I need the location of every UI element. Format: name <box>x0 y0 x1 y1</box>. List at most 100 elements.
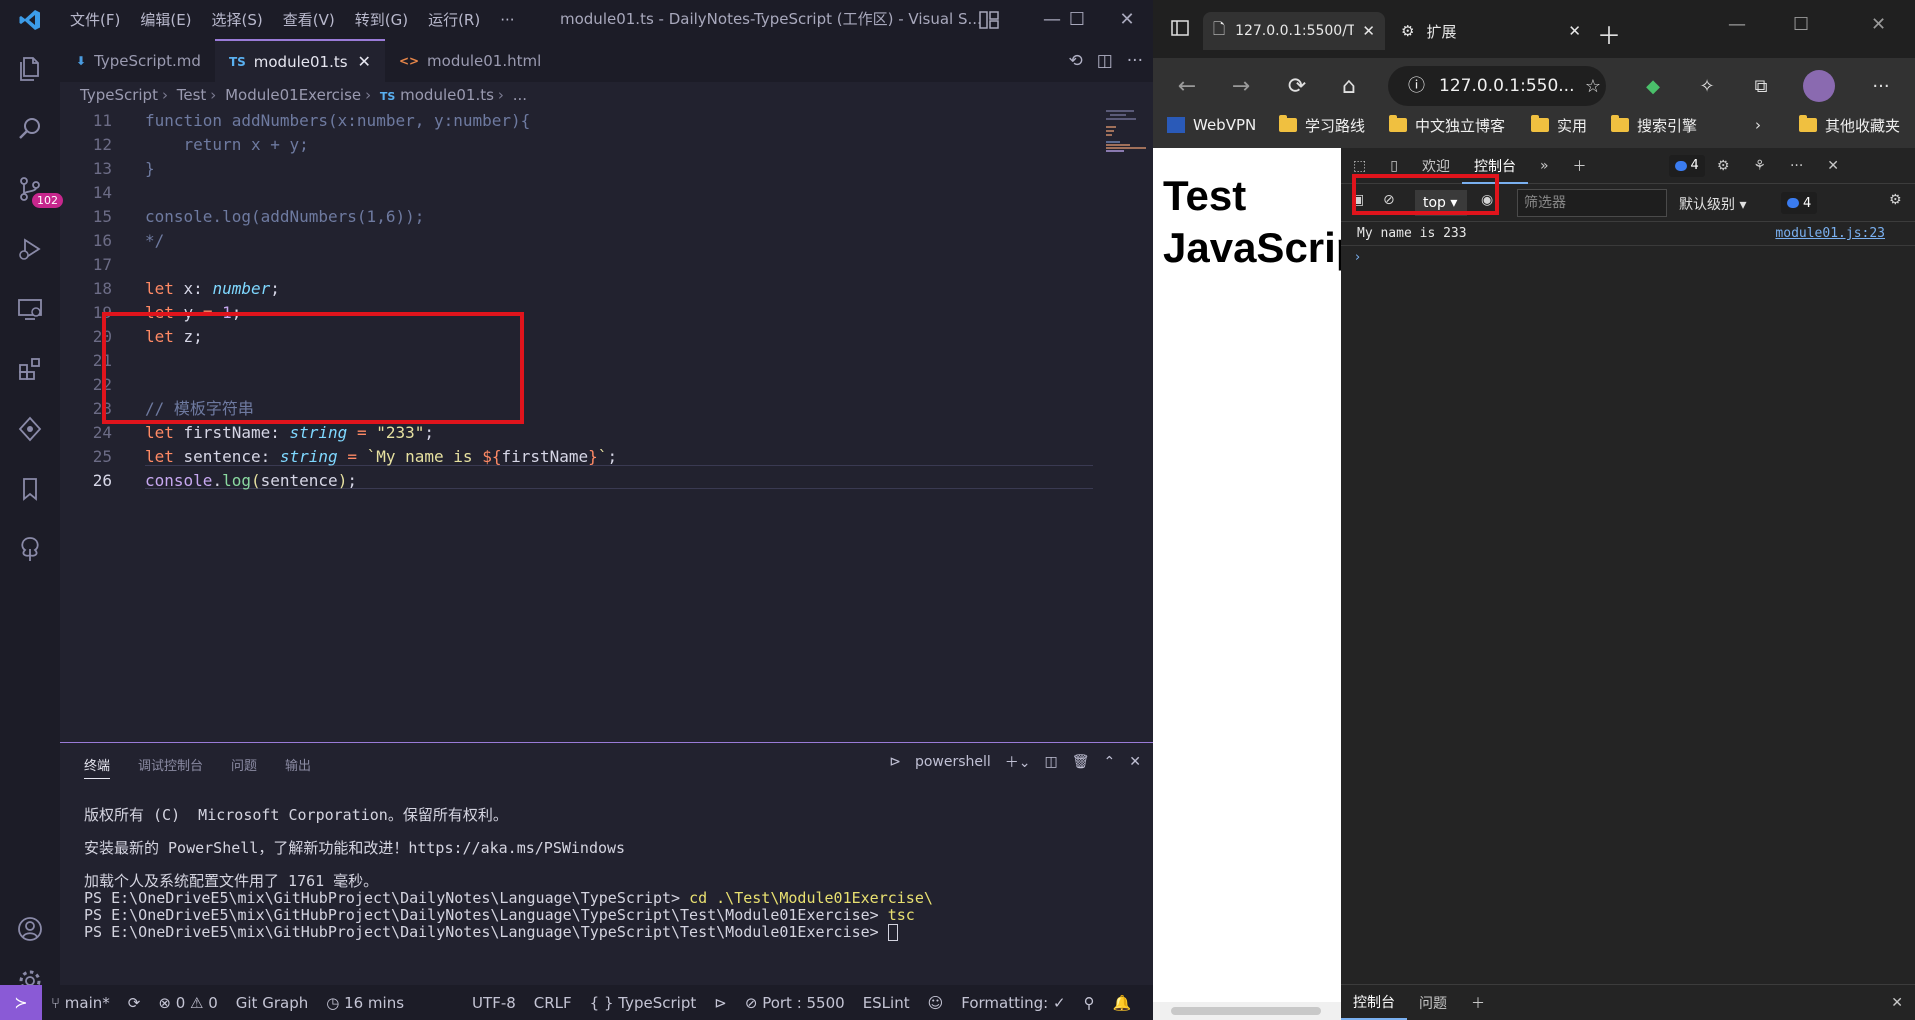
devtools-settings-icon[interactable]: ⚙ <box>1705 158 1742 174</box>
tab-module01-ts[interactable]: TS module01.ts ✕ <box>214 39 385 82</box>
eslint-status[interactable]: ESLint <box>854 994 919 1012</box>
tab-close-icon[interactable]: ✕ <box>358 52 371 71</box>
git-graph-status[interactable]: Git Graph <box>227 994 317 1012</box>
extension-icon[interactable]: ◆ <box>1633 66 1673 106</box>
back-icon[interactable]: ← <box>1167 66 1207 106</box>
customize-icon[interactable]: ⚘ <box>1741 158 1778 174</box>
bookmark-folder[interactable]: 学习路线 <box>1279 107 1365 143</box>
close-icon[interactable]: ✕ <box>1871 14 1886 35</box>
feedback-icon[interactable]: ⊳ <box>705 994 736 1012</box>
trash-icon[interactable]: 🗑 <box>1072 754 1090 770</box>
breadcrumb-item[interactable]: module01.ts <box>400 86 494 104</box>
live-server-status[interactable]: ⊘ Port : 5500 <box>736 994 854 1012</box>
menu-selection[interactable]: 选择(S) <box>202 9 273 30</box>
bookmark-webvpn[interactable]: WebVPN <box>1167 107 1256 143</box>
git-branch-status[interactable]: ⑂ main* <box>42 994 119 1012</box>
more-options-icon[interactable]: ··· <box>1778 158 1815 174</box>
tab-problems[interactable]: 问题 <box>231 755 257 779</box>
explorer-icon[interactable] <box>0 39 60 99</box>
more-tabs-icon[interactable]: » <box>1528 158 1561 174</box>
tab-output[interactable]: 输出 <box>285 755 311 779</box>
device-emulation-icon[interactable]: ▯ <box>1378 158 1410 174</box>
search-icon[interactable] <box>0 99 60 159</box>
drawer-tab-issues[interactable]: 问题 <box>1407 993 1459 1013</box>
menu-file[interactable]: 文件(F) <box>60 9 130 30</box>
tab-terminal[interactable]: 终端 <box>84 755 111 779</box>
remote-explorer-icon[interactable] <box>0 279 60 339</box>
new-terminal-icon[interactable]: ＋⌄ <box>1005 752 1031 772</box>
extensions-icon[interactable] <box>0 339 60 399</box>
issues-badge[interactable]: 4 <box>1668 154 1705 177</box>
close-panel-icon[interactable]: ✕ <box>1129 754 1141 770</box>
language-status[interactable]: { } TypeScript <box>581 994 706 1012</box>
tab-welcome[interactable]: 欢迎 <box>1410 156 1462 176</box>
maximize-icon[interactable]: ☐ <box>1050 0 1104 39</box>
breadcrumb-item[interactable]: Module01Exercise <box>225 86 361 104</box>
menu-run[interactable]: 运行(R) <box>418 9 490 30</box>
breadcrumb-item[interactable]: TypeScript <box>80 86 158 104</box>
close-devtools-icon[interactable]: ✕ <box>1815 158 1851 174</box>
tab-typescript-md[interactable]: ⬇ TypeScript.md <box>60 39 215 82</box>
avatar[interactable] <box>1803 70 1835 102</box>
accounts-icon[interactable] <box>0 899 60 959</box>
bookmark-folder[interactable]: 实用 <box>1531 107 1587 143</box>
add-tab-icon[interactable]: ＋ <box>1561 156 1599 176</box>
add-drawer-tab-icon[interactable]: ＋ <box>1459 993 1497 1013</box>
collections-icon[interactable]: ⧉ <box>1741 66 1781 106</box>
layout-icon[interactable] <box>962 0 1016 39</box>
bookmarks-overflow-icon[interactable]: › <box>1755 107 1761 143</box>
timeline-icon[interactable]: ⟲ <box>1068 51 1082 71</box>
breadcrumb-item[interactable]: Test <box>177 86 207 104</box>
encoding-status[interactable]: UTF-8 <box>463 994 525 1012</box>
bookmark-folder[interactable]: 搜索引擎 <box>1611 107 1697 143</box>
remote-indicator-icon[interactable]: ≻ <box>0 985 42 1020</box>
time-tracker-status[interactable]: ◷ 16 mins <box>317 994 413 1012</box>
notifications-bell-icon[interactable]: 🔔 <box>1104 994 1141 1012</box>
tab-close-icon[interactable]: ✕ <box>1568 22 1581 40</box>
eol-status[interactable]: CRLF <box>525 994 581 1012</box>
problems-status[interactable]: ⊗ 0 ⚠ 0 <box>149 994 226 1012</box>
menu-edit[interactable]: 编辑(E) <box>130 9 201 30</box>
terminal-output[interactable]: 版权所有 (C) Microsoft Corporation。保留所有权利。 安… <box>84 805 933 941</box>
code-editor[interactable]: 11 function addNumbers(x:number, y:number… <box>60 108 1210 742</box>
source-control-icon[interactable]: 102 <box>0 159 63 219</box>
sync-icon[interactable]: ⟳ <box>119 994 150 1012</box>
accounts-status-icon[interactable]: ⚲ <box>1075 994 1104 1012</box>
more-actions-icon[interactable]: ··· <box>1127 51 1143 71</box>
close-drawer-icon[interactable]: ✕ <box>1879 995 1915 1011</box>
tab-debug-console[interactable]: 调试控制台 <box>138 755 203 779</box>
copilot-icon[interactable]: ☺ <box>919 994 953 1012</box>
menu-go[interactable]: 转到(G) <box>345 9 418 30</box>
minimize-icon[interactable]: — <box>1728 14 1746 35</box>
close-icon[interactable]: ✕ <box>1100 0 1154 39</box>
split-terminal-icon[interactable]: ◫ <box>1045 754 1058 770</box>
new-tab-icon[interactable]: ＋ <box>1597 16 1621 51</box>
bookmark-folder[interactable]: 中文独立博客 <box>1389 107 1505 143</box>
console-settings-icon[interactable]: ⚙ <box>1889 192 1902 208</box>
bookmark-folder[interactable]: 其他收藏夹 <box>1799 107 1900 143</box>
log-level-select[interactable]: 默认级别 ▾ <box>1679 194 1746 214</box>
extensions-puzzle-icon[interactable]: ✧ <box>1687 66 1727 106</box>
split-editor-icon[interactable]: ◫ <box>1097 51 1113 71</box>
run-debug-icon[interactable] <box>0 219 60 279</box>
bookmarks-icon[interactable] <box>0 459 60 519</box>
message-count-badge[interactable]: 4 <box>1781 192 1818 214</box>
menu-view[interactable]: 查看(V) <box>273 9 345 30</box>
maximize-panel-icon[interactable]: ⌃ <box>1104 754 1116 770</box>
inspect-icon[interactable]: ⬚ <box>1341 158 1378 174</box>
favorite-star-icon[interactable]: ☆ <box>1573 66 1613 106</box>
tab-actions-icon[interactable] <box>1171 20 1189 36</box>
console-prompt-icon[interactable]: › <box>1355 250 1360 265</box>
more-menu-icon[interactable]: ··· <box>1861 66 1901 106</box>
tab-module01-html[interactable]: <> module01.html <box>385 39 555 82</box>
breadcrumb-item[interactable]: ... <box>513 86 527 104</box>
browser-tab-active[interactable]: 🗋 127.0.0.1:5500/Test/M ✕ <box>1203 12 1385 50</box>
tree-icon[interactable] <box>0 519 60 579</box>
formatting-status[interactable]: Formatting: ✓ <box>952 994 1074 1012</box>
maximize-icon[interactable]: ☐ <box>1793 14 1809 35</box>
horizontal-scrollbar[interactable] <box>1153 1002 1341 1020</box>
console-filter-input[interactable]: 筛选器 <box>1517 189 1667 217</box>
menu-more[interactable]: ··· <box>490 11 524 29</box>
drawer-tab-console[interactable]: 控制台 <box>1341 986 1407 1020</box>
tab-close-icon[interactable]: ✕ <box>1362 22 1375 40</box>
